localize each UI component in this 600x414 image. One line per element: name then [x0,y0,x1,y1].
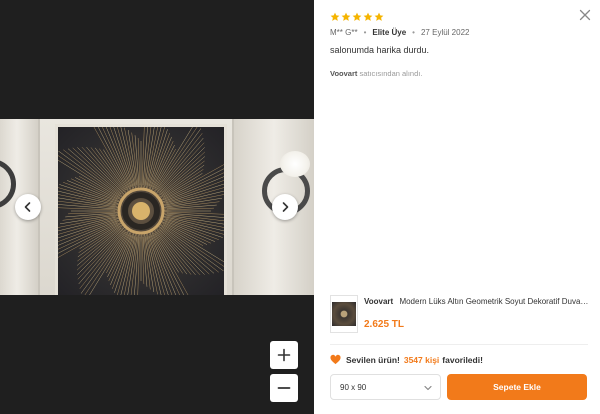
prev-image-button[interactable] [15,194,41,220]
sunburst-rays [58,127,224,295]
seller-info: Voovart satıcısından alındı. [330,69,422,78]
minus-icon [277,387,291,389]
star-icon [374,12,384,21]
seller-suffix: satıcısından alındı. [359,69,423,78]
wall-lamp-artwork [58,127,224,295]
reviewer-badge: Elite Üye [372,28,407,37]
review-meta: M** G** • Elite Üye • 27 Eylül 2022 [330,28,469,37]
favorite-count: 3547 kişi [403,354,440,365]
separator-dot: • [412,28,415,37]
star-icon [363,12,373,21]
next-image-button[interactable] [272,194,298,220]
seller-name[interactable]: Voovart [330,69,357,78]
reviewer-name: M** G** [330,28,358,37]
product-summary[interactable]: Voovart Modern Lüks Altın Geometrik Soyu… [330,293,589,337]
rating-stars [330,12,384,22]
chevron-left-icon [24,202,31,212]
review-detail-panel: M** G** • Elite Üye • 27 Eylül 2022 salo… [314,0,600,414]
image-viewer [0,0,314,414]
product-title: Modern Lüks Altın Geometrik Soyut Dekora… [399,297,589,306]
favorite-suffix: favoriledi! [442,354,483,365]
zoom-out-button[interactable] [270,374,298,402]
heart-icon [330,354,341,365]
product-price: 2.625 TL [364,319,405,330]
zoom-in-button[interactable] [270,341,298,369]
separator-dot: • [363,28,367,37]
review-date: 27 Eylül 2022 [420,28,470,37]
plus-icon [277,348,291,362]
size-select[interactable]: 90 x 90 [330,374,441,400]
product-brand: Voovart [364,297,394,306]
favorite-info: Sevilen ürün! 3547 kişi favoriledi! [330,354,483,365]
favorite-prefix: Sevilen ürün! [346,354,400,365]
review-photo [0,119,314,295]
star-icon [352,12,362,21]
star-icon [330,12,340,21]
product-thumbnail[interactable] [330,295,358,333]
product-name[interactable]: Voovart Modern Lüks Altın Geometrik Soyu… [364,297,589,306]
chevron-down-icon [424,385,432,391]
right-sconce-light [280,151,310,177]
add-to-cart-button[interactable]: Sepete Ekle [447,374,587,400]
size-select-value: 90 x 90 [340,382,367,392]
close-icon[interactable] [579,9,591,21]
star-icon [341,12,351,21]
review-comment: salonumda harika durdu. [330,45,430,55]
divider [330,344,588,345]
chevron-right-icon [282,202,289,212]
